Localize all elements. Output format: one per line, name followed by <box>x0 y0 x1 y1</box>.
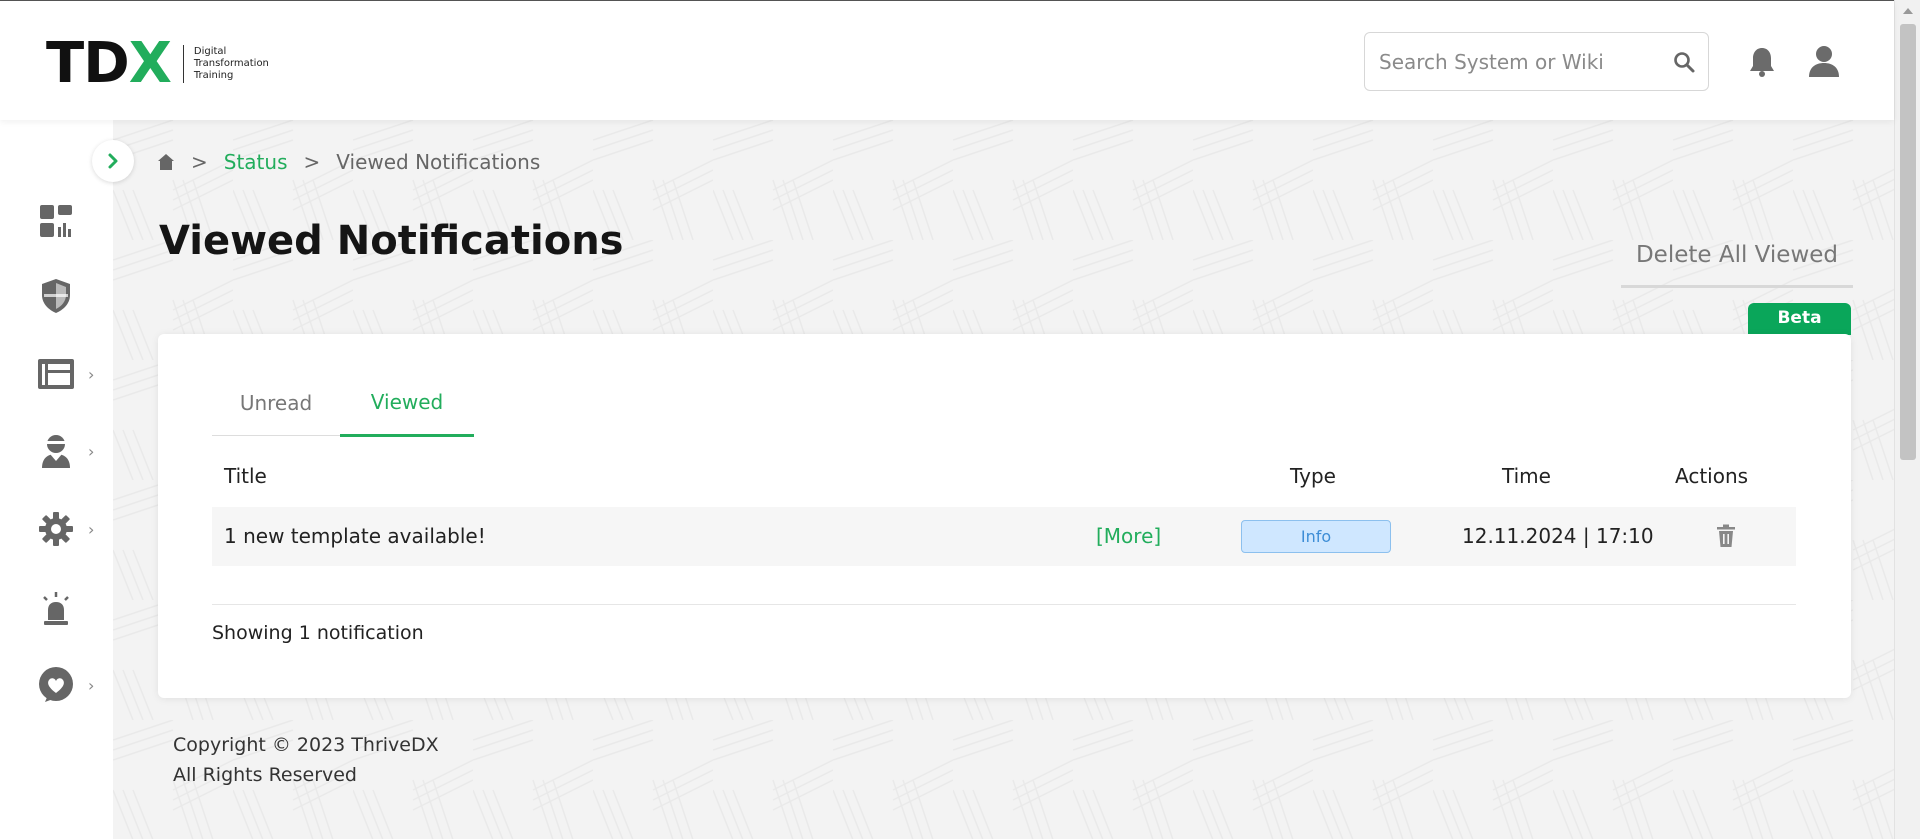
rights-text: All Rights Reserved <box>173 764 357 786</box>
notifications-card: Unread Viewed Title Type Time Actions 1 … <box>158 334 1851 698</box>
scrollbar-thumb[interactable] <box>1900 24 1916 460</box>
layout-icon <box>38 359 74 389</box>
notification-title: 1 new template available! <box>224 524 486 548</box>
heart-icon <box>39 667 73 702</box>
search-box <box>1364 32 1709 91</box>
more-link[interactable]: [More] <box>1096 524 1161 548</box>
user-icon[interactable] <box>1806 43 1842 79</box>
beta-badge: Beta <box>1748 303 1851 335</box>
table-divider <box>212 604 1796 605</box>
sidebar-item-alerts[interactable] <box>36 585 106 631</box>
shield-icon <box>42 279 70 313</box>
column-header-type: Type <box>1290 464 1336 488</box>
delete-all-viewed-button[interactable]: Delete All Viewed <box>1621 230 1853 288</box>
sidebar-item-security[interactable] <box>36 273 106 319</box>
sidebar-item-health[interactable]: › <box>36 662 106 708</box>
bell-icon[interactable] <box>1747 45 1777 79</box>
siren-icon <box>43 592 69 625</box>
chevron-right-icon: › <box>88 364 95 384</box>
breadcrumb-status-link[interactable]: Status <box>224 150 288 174</box>
copyright-text: Copyright © 2023 ThriveDX <box>173 734 439 756</box>
sidebar-item-dashboard[interactable] <box>36 198 106 244</box>
tab-viewed[interactable]: Viewed <box>340 370 474 437</box>
search-icon[interactable] <box>1672 50 1696 74</box>
table-header: Title Type Time Actions <box>212 454 1796 498</box>
type-badge: Info <box>1241 520 1391 553</box>
dashboard-icon <box>40 205 72 237</box>
sidebar-item-content[interactable]: › <box>36 351 106 397</box>
sidebar-item-users[interactable]: › <box>36 428 106 474</box>
logo-tagline: Digital Transformation Training <box>193 46 269 81</box>
chevron-right-icon: › <box>88 519 95 539</box>
tab-unread[interactable]: Unread <box>212 370 340 436</box>
user-group-icon <box>42 435 70 468</box>
main-content: > Status > Viewed Notifications Viewed N… <box>113 120 1894 839</box>
notification-count: Showing 1 notification <box>212 622 424 644</box>
tdx-logo[interactable]: TDX Digital Transformation Training <box>46 36 269 92</box>
notification-time: 12.11.2024 | 17:10 <box>1462 524 1654 548</box>
top-header: TDX Digital Transformation Training <box>0 1 1894 120</box>
page-title: Viewed Notifications <box>159 218 624 264</box>
footer: Copyright © 2023 ThriveDX All Rights Res… <box>173 730 439 790</box>
breadcrumb-current: Viewed Notifications <box>336 150 541 174</box>
sidebar-item-settings[interactable]: › <box>36 506 106 552</box>
breadcrumb-separator: > <box>191 150 208 174</box>
column-header-actions: Actions <box>1675 464 1749 488</box>
column-header-time: Time <box>1502 464 1551 488</box>
sidebar: › › › › <box>0 120 113 839</box>
chevron-right-icon <box>108 153 118 169</box>
notification-tabs: Unread Viewed <box>212 370 474 437</box>
chevron-right-icon: › <box>88 675 95 695</box>
search-input[interactable] <box>1379 49 1672 74</box>
trash-icon[interactable] <box>1715 524 1737 548</box>
table-row: 1 new template available! [More] Info 12… <box>212 507 1796 566</box>
column-header-title: Title <box>224 464 267 488</box>
chevron-right-icon: › <box>88 441 95 461</box>
logo-divider <box>182 45 184 83</box>
breadcrumb: > Status > Viewed Notifications <box>157 150 540 174</box>
gear-icon <box>39 512 73 546</box>
breadcrumb-separator: > <box>303 150 321 174</box>
sidebar-toggle-button[interactable] <box>92 140 134 182</box>
page-scrollbar[interactable] <box>1894 0 1920 839</box>
home-icon[interactable] <box>157 153 175 171</box>
logo-mark: TDX <box>46 31 172 96</box>
scroll-up-arrow-icon[interactable] <box>1903 8 1913 14</box>
